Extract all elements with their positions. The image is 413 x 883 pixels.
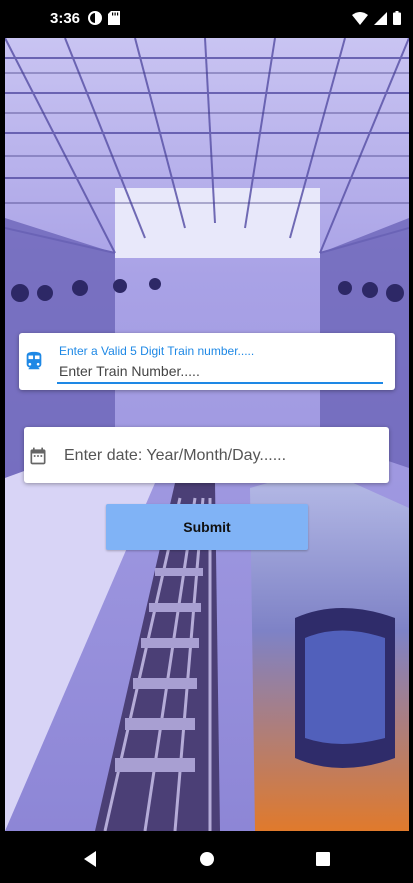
- wifi-icon: [352, 11, 368, 25]
- sd-card-icon: [108, 11, 120, 25]
- train-number-card: Enter a Valid 5 Digit Train number.....: [19, 333, 395, 390]
- submit-button[interactable]: Submit: [106, 504, 308, 550]
- status-time: 3:36: [50, 10, 81, 27]
- date-input[interactable]: [62, 441, 381, 471]
- date-card: [24, 427, 389, 483]
- train-icon: [26, 351, 42, 370]
- navigation-bar: [0, 835, 413, 883]
- home-icon[interactable]: [195, 847, 219, 871]
- signal-icon: [374, 11, 387, 25]
- data-saver-icon: [88, 11, 102, 25]
- recents-icon[interactable]: [311, 847, 335, 871]
- train-number-label: Enter a Valid 5 Digit Train number.....: [59, 344, 255, 358]
- status-bar: 3:36: [0, 0, 413, 38]
- train-number-input[interactable]: [57, 360, 383, 384]
- status-icons-left: [88, 11, 120, 25]
- battery-icon: [393, 11, 401, 25]
- calendar-icon: [30, 447, 46, 465]
- back-icon[interactable]: [78, 847, 102, 871]
- status-icons-right: [352, 11, 401, 25]
